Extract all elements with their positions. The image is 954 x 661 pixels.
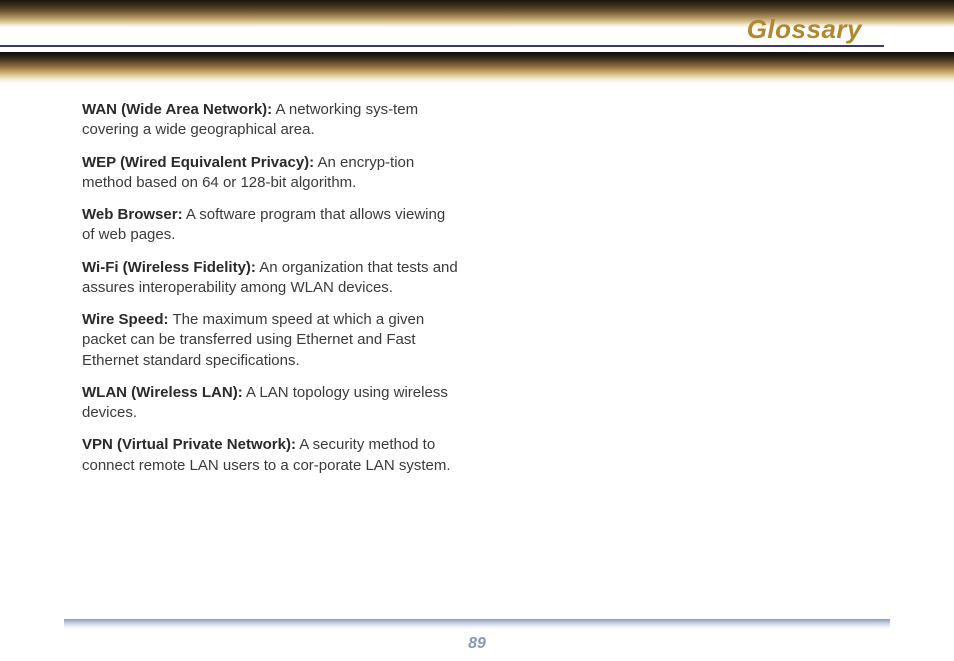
glossary-term: VPN (Virtual Private Network):	[82, 436, 296, 453]
title-underline	[0, 45, 884, 47]
page-number: 89	[0, 635, 954, 653]
glossary-entry: Wi-Fi (Wireless Fidelity): An organizati…	[82, 258, 460, 299]
footer-decorative-line	[64, 619, 890, 629]
glossary-entry: VPN (Virtual Private Network): A securit…	[82, 435, 460, 476]
glossary-term: Wire Speed:	[82, 311, 169, 328]
glossary-term: WLAN (Wireless LAN):	[82, 384, 243, 401]
glossary-entry: Wire Speed: The maximum speed at which a…	[82, 310, 460, 371]
glossary-term: Wi-Fi (Wireless Fidelity):	[82, 259, 256, 276]
header-band: Glossary	[0, 0, 954, 70]
glossary-entry: WAN (Wide Area Network): A networking sy…	[82, 100, 460, 141]
glossary-entry: WLAN (Wireless LAN): A LAN topology usin…	[82, 383, 460, 424]
glossary-entry: Web Browser: A software program that all…	[82, 205, 460, 246]
glossary-term: WEP (Wired Equivalent Privacy):	[82, 154, 314, 171]
decorative-gradient-mid	[0, 52, 954, 84]
glossary-entry: WEP (Wired Equivalent Privacy): An encry…	[82, 153, 460, 194]
glossary-content: WAN (Wide Area Network): A networking sy…	[82, 100, 460, 488]
glossary-term: Web Browser:	[82, 206, 183, 223]
chapter-title: Glossary	[747, 14, 862, 45]
glossary-term: WAN (Wide Area Network):	[82, 101, 272, 118]
